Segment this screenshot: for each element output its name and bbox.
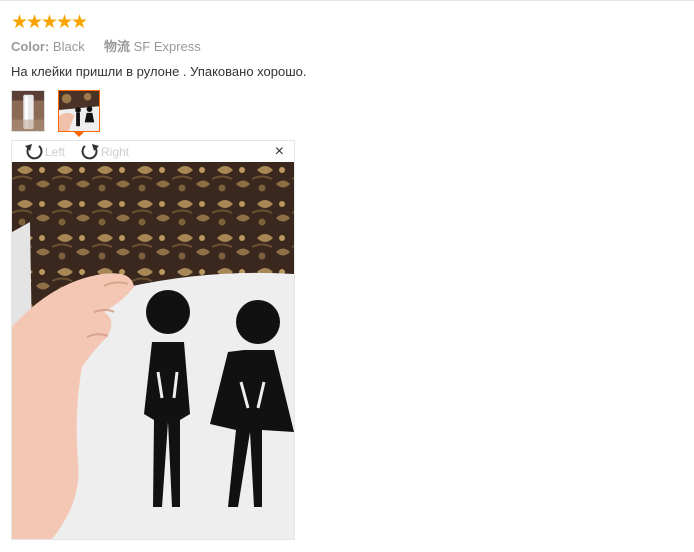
review-text: На клейки пришли в рулоне . Упаковано хо… bbox=[11, 64, 307, 79]
star-icon: ★ bbox=[41, 12, 59, 33]
thumbnail-image bbox=[12, 91, 44, 131]
review-photo bbox=[12, 162, 294, 539]
rotate-right-label: Right bbox=[101, 145, 130, 159]
top-divider bbox=[0, 0, 694, 1]
review-thumbnail-2[interactable] bbox=[58, 90, 100, 132]
review-thumbnail-1[interactable] bbox=[11, 90, 45, 132]
logistics-value: SF Express bbox=[133, 39, 201, 54]
star-icon: ★ bbox=[71, 12, 89, 33]
color-label: Color: bbox=[11, 39, 50, 54]
rotate-left-button[interactable]: Left bbox=[23, 142, 65, 162]
rotate-right-button[interactable]: Right bbox=[79, 142, 129, 162]
close-icon[interactable]: × bbox=[275, 143, 284, 161]
star-icon: ★ bbox=[56, 12, 74, 33]
rotate-left-label: Left bbox=[45, 145, 66, 159]
thumbnail-image bbox=[59, 91, 99, 131]
order-info: Color: Black 物流 SF Express bbox=[11, 38, 201, 56]
star-icon: ★ bbox=[11, 12, 29, 33]
viewer-toolbar: Left Right × bbox=[12, 141, 294, 162]
active-thumbnail-pointer bbox=[73, 131, 85, 137]
rating-stars: ★ ★ ★ ★ ★ bbox=[11, 12, 89, 34]
star-icon: ★ bbox=[26, 12, 44, 33]
sticker-photo-image bbox=[12, 162, 294, 539]
color-value: Black bbox=[52, 39, 85, 54]
rotate-left-icon bbox=[25, 144, 43, 160]
image-viewer: Left Right × bbox=[11, 140, 295, 540]
logistics-label: 物流 bbox=[103, 39, 130, 54]
rotate-right-icon bbox=[81, 144, 99, 160]
